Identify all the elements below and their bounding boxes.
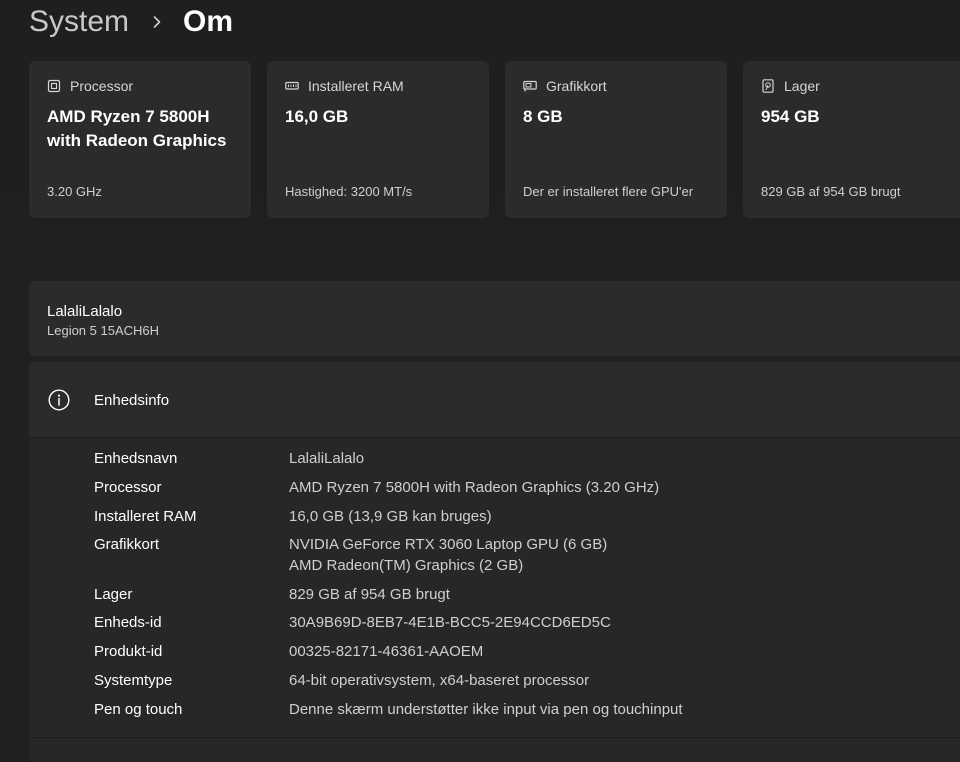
card-value: 954 GB [761,107,820,126]
card-subtitle: 3.20 GHz [47,184,102,199]
card-subtitle: Hastighed: 3200 MT/s [285,184,413,199]
spec-row: Grafikkort NVIDIA GeForce RTX 3060 Lapto… [94,535,954,576]
spec-label: Systemtype [94,672,173,690]
spec-label: Installeret RAM [94,507,197,525]
spec-value[interactable]: 829 GB af 954 GB brugt [289,585,450,606]
page-title: Om [183,5,234,38]
card-title: Installeret RAM [308,78,404,94]
breadcrumb-parent-link[interactable]: System [29,5,129,39]
spec-label: Processor [94,478,162,496]
spec-label: Lager [94,585,133,603]
breadcrumb: System Om [29,2,233,42]
spec-value[interactable]: 30A9B69D-8EB7-4E1B-BCC5-2E94CCD6ED5C [289,613,611,634]
device-model: Legion 5 15ACH6H [47,323,160,338]
device-name: LalaliLalalo [47,303,123,320]
card-subtitle: Der er installeret flere GPU'er [523,184,694,199]
spec-value[interactable]: NVIDIA GeForce RTX 3060 Laptop GPU (6 GB… [289,535,607,576]
card-title: Processor [70,78,134,94]
chevron-right-icon [153,16,161,28]
device-info-section: Enhedsinfo Enhedsnavn LalaliLalalo Proce… [29,362,960,762]
card-title: Grafikkort [546,78,607,94]
spec-value-line: NVIDIA GeForce RTX 3060 Laptop GPU (6 GB… [289,536,608,554]
spec-row: Enhedsnavn LalaliLalalo [94,449,954,470]
card-subtitle: 829 GB af 954 GB brugt [761,184,901,199]
device-info-title: Enhedsinfo [94,392,170,409]
card-value: 8 GB [523,107,563,126]
spec-label: Enhedsnavn [94,450,178,467]
spec-value[interactable]: LalaliLalalo [289,449,364,470]
processor-icon [47,79,61,93]
spec-value[interactable]: Denne skærm understøtter ikke input via … [289,700,683,721]
card-value: AMD Ryzen 7 5800H with Radeon Graphics [47,107,227,150]
spec-value[interactable]: AMD Ryzen 7 5800H with Radeon Graphics (… [289,478,659,499]
card-title: Lager [784,78,820,94]
spec-row: Processor AMD Ryzen 7 5800H with Radeon … [94,478,954,499]
device-name-panel[interactable]: LalaliLalalo Legion 5 15ACH6H [29,281,960,356]
spec-row: Installeret RAM 16,0 GB (13,9 GB kan bru… [94,507,954,528]
spec-card-processor: Processor AMD Ryzen 7 5800H with Radeon … [29,61,251,218]
spec-row: Produkt-id 00325-82171-46361-AAOEM [94,642,954,663]
spec-value[interactable]: 64-bit operativsystem, x64-baseret proce… [289,671,589,692]
graphics-card-icon [523,80,537,92]
spec-value[interactable]: 16,0 GB (13,9 GB kan bruges) [289,507,492,528]
storage-icon [762,79,774,93]
spec-value-line: AMD Radeon(TM) Graphics (2 GB) [289,556,524,574]
spec-row: Lager 829 GB af 954 GB brugt [94,585,954,606]
device-info-header[interactable]: Enhedsinfo [29,362,960,438]
spec-card-ram: Installeret RAM 16,0 GB Hastighed: 3200 … [267,61,489,218]
spec-label: Enheds-id [94,614,162,632]
spec-label: Produkt-id [94,643,163,661]
spec-row: Pen og touch Denne skærm understøtter ik… [94,700,954,721]
spec-card-graphics: Grafikkort 8 GB Der er installeret flere… [505,61,727,218]
card-value: 16,0 GB [285,107,349,126]
ram-icon [285,81,299,90]
spec-value[interactable]: 00325-82171-46361-AAOEM [289,642,483,663]
info-icon [48,389,70,411]
spec-label: Pen og touch [94,700,183,718]
section-divider [29,737,960,738]
device-spec-list: Enhedsnavn LalaliLalalo Processor AMD Ry… [94,449,954,729]
spec-card-storage: Lager 954 GB 829 GB af 954 GB brugt [743,61,960,218]
spec-row: Systemtype 64-bit operativsystem, x64-ba… [94,671,954,692]
spec-row: Enheds-id 30A9B69D-8EB7-4E1B-BCC5-2E94CC… [94,613,954,634]
spec-label: Grafikkort [94,536,160,554]
